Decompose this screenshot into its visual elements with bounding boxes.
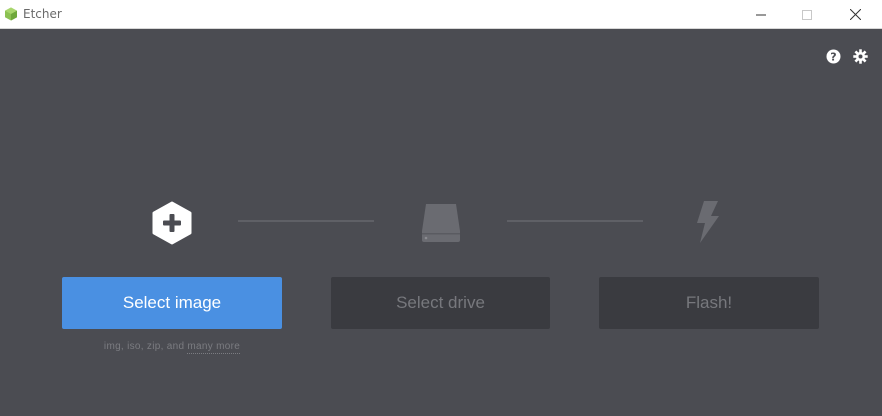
step-connector-1 [238,220,374,222]
step-connector-2 [507,220,643,222]
many-more-link[interactable]: many more [187,341,241,354]
top-toolbar: ? [826,49,868,64]
lightning-bolt-icon [697,201,719,243]
help-button[interactable]: ? [826,49,841,64]
supported-formats-hint: img, iso, zip, and many more [62,341,282,354]
main-panel: ? Select image Select drive Flash! img, … [0,29,882,416]
svg-text:?: ? [830,51,836,64]
question-circle-icon: ? [826,49,841,64]
close-button[interactable] [832,0,878,29]
flash-button[interactable]: Flash! [599,277,819,329]
window-title: Etcher [23,7,62,21]
maximize-icon [802,9,812,20]
drive-icon [422,204,460,242]
maximize-button[interactable] [784,0,830,29]
gear-icon [853,49,868,64]
close-icon [849,9,861,20]
settings-button[interactable] [853,49,868,64]
minimize-button[interactable] [738,0,784,29]
window-title-bar: Etcher [0,0,882,29]
supported-formats-text: img, iso, zip, and [103,341,185,352]
minimize-icon [756,14,766,15]
plus-hexagon-icon [152,201,192,245]
etcher-logo-icon [5,7,17,21]
select-drive-button[interactable]: Select drive [331,277,550,329]
select-image-button[interactable]: Select image [62,277,282,329]
